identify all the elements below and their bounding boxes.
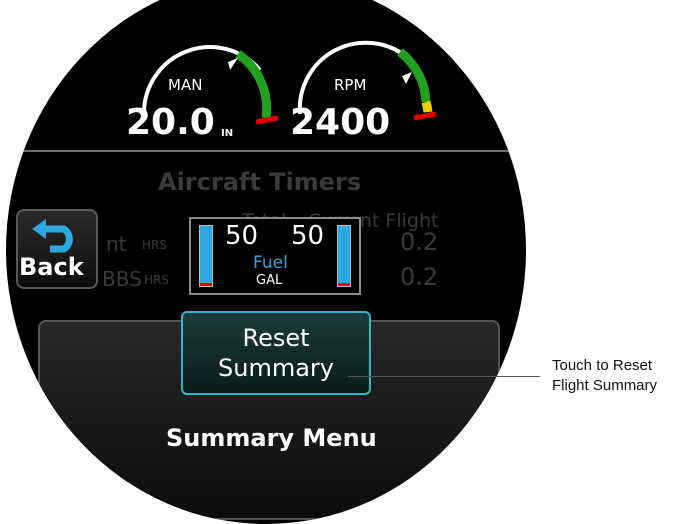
timers-row2-label: BBS <box>102 267 142 291</box>
rpm-gauge-label: RPM <box>334 76 367 94</box>
callout-leader-line <box>348 376 540 377</box>
reset-button-line1: Reset <box>242 324 310 352</box>
man-gauge-label: MAN <box>168 76 203 94</box>
display-screen: MAN 20.0 IN RPM 2400 Aircraft Timers Tot… <box>0 0 695 524</box>
callout-line2: Flight Summary <box>552 377 658 394</box>
timers-title: Aircraft Timers <box>158 168 362 196</box>
man-pointer <box>228 58 238 70</box>
fuel-label: Fuel <box>253 253 288 273</box>
timers-row2-unit: HRS <box>144 273 169 287</box>
summary-menu-title: Summary Menu <box>166 424 377 452</box>
fuel-indicator: 50 50 Fuel GAL <box>189 217 361 295</box>
gauge-separator <box>6 150 526 152</box>
back-arrow-icon <box>32 219 73 253</box>
fuel-bar-right <box>337 225 351 287</box>
fuel-unit: GAL <box>256 273 283 288</box>
timers-row1-value: 0.2 <box>400 228 439 256</box>
callout-line1: Touch to Reset <box>552 357 653 374</box>
back-button-label: Back <box>19 253 84 281</box>
man-gauge-unit: IN <box>221 128 234 139</box>
timers-row1-unit: HRS <box>142 238 167 252</box>
fuel-right-value: 50 <box>291 221 325 251</box>
timers-row2-value: 0.2 <box>400 263 439 291</box>
back-button[interactable]: Back <box>16 209 98 289</box>
rpm-pointer <box>402 72 412 84</box>
display-circle: MAN 20.0 IN RPM 2400 Aircraft Timers Tot… <box>6 0 526 524</box>
rpm-gauge-value: 2400 <box>290 102 391 143</box>
timers-row1-label: nt <box>106 232 127 256</box>
fuel-left-value: 50 <box>225 221 259 251</box>
fuel-bar-left <box>199 225 213 287</box>
reset-summary-button[interactable]: Reset Summary <box>181 311 371 395</box>
man-gauge-value: 20.0 <box>126 102 215 143</box>
reset-button-line2: Summary <box>218 354 334 382</box>
